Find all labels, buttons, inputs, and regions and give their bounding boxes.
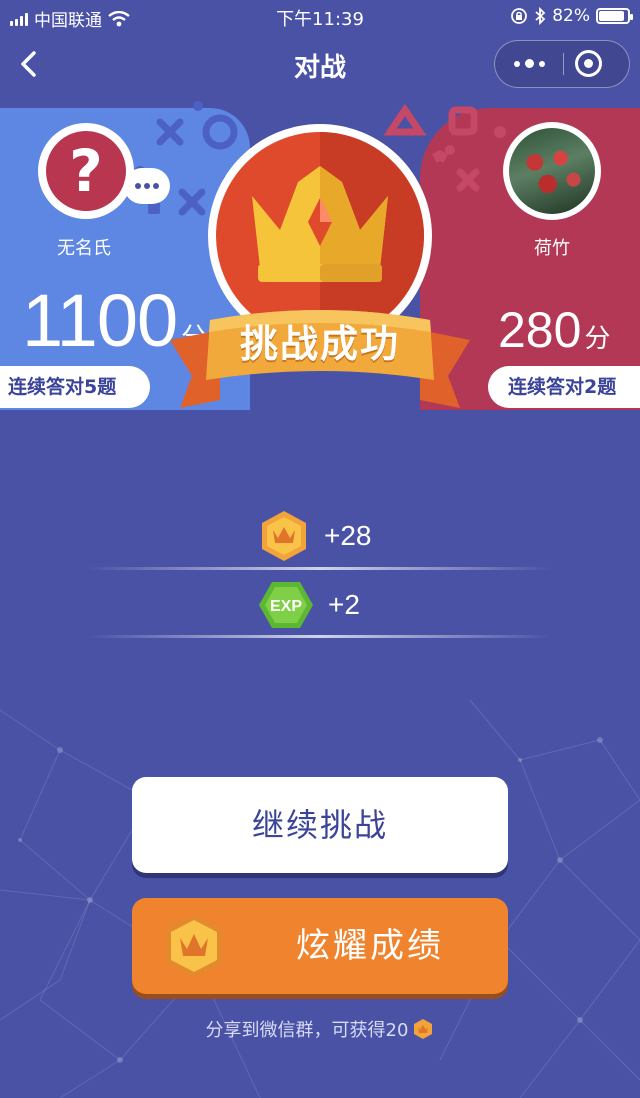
left-player-avatar[interactable]: ? bbox=[38, 123, 134, 219]
status-bar: 中国联通 下午11:39 82% bbox=[0, 0, 640, 32]
exp-reward: EXP +2 bbox=[258, 580, 360, 630]
challenge-success-text: 挑战成功 bbox=[239, 322, 400, 366]
battery-level bbox=[599, 11, 624, 21]
exp-icon: EXP bbox=[259, 582, 313, 628]
reward-divider bbox=[88, 635, 552, 638]
coin-reward: +28 bbox=[258, 510, 372, 562]
right-streak-badge: 连续答对2题 bbox=[488, 366, 640, 408]
navigation-bar: 对战 bbox=[0, 36, 640, 92]
chat-bubble-icon bbox=[124, 168, 170, 204]
right-score-unit: 分 bbox=[584, 323, 611, 353]
status-right-group: 82% bbox=[510, 6, 633, 26]
question-mark-icon: ? bbox=[46, 131, 126, 211]
share-tip: 分享到微信群，可获得20 bbox=[0, 1016, 640, 1042]
left-player-name: 无名氏 bbox=[57, 238, 111, 259]
show-off-label: 炫耀成绩 bbox=[296, 926, 444, 966]
battery-icon bbox=[596, 8, 633, 24]
right-player-name: 荷竹 bbox=[534, 238, 570, 259]
crown-coin-icon bbox=[166, 914, 222, 978]
mini-program-capsule bbox=[494, 40, 630, 88]
capsule-divider bbox=[563, 53, 564, 75]
share-tip-text: 分享到微信群，可获得20 bbox=[205, 1020, 409, 1041]
exp-icon-label: EXP bbox=[270, 598, 302, 615]
show-off-results-button[interactable]: 炫耀成绩 bbox=[132, 898, 508, 994]
avatar-photo bbox=[509, 128, 595, 214]
continue-challenge-button[interactable]: 继续挑战 bbox=[132, 777, 508, 873]
left-streak-badge: 连续答对5题 bbox=[0, 366, 150, 408]
crown-coin-icon bbox=[414, 1019, 433, 1039]
coin-reward-value: +28 bbox=[324, 520, 372, 551]
close-target-icon[interactable] bbox=[575, 50, 602, 77]
battery-percent: 82% bbox=[552, 6, 590, 26]
exp-reward-value: +2 bbox=[328, 589, 360, 620]
right-player-avatar[interactable] bbox=[503, 122, 601, 220]
orientation-lock-icon bbox=[511, 8, 528, 24]
reward-divider bbox=[88, 567, 552, 570]
right-player-score: 280 分 bbox=[498, 301, 610, 359]
crown-icon bbox=[252, 166, 388, 282]
crown-coin-icon bbox=[262, 511, 306, 561]
more-dots-icon[interactable] bbox=[495, 41, 563, 86]
right-score-value: 280 bbox=[498, 302, 582, 358]
bluetooth-icon bbox=[535, 7, 546, 25]
